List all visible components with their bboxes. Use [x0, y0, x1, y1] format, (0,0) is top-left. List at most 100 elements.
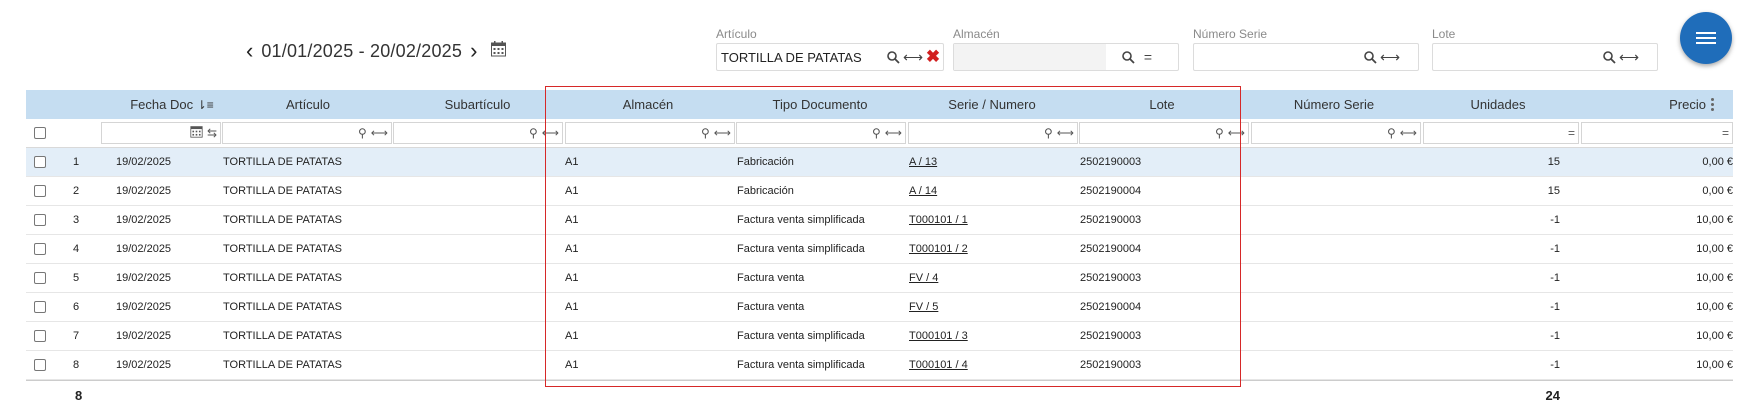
- range-arrows-icon[interactable]: ⟷: [371, 126, 388, 140]
- col-almacen[interactable]: Almacén: [562, 90, 734, 119]
- precio-col-filter[interactable]: =: [1581, 122, 1733, 144]
- equals-operator[interactable]: =: [1568, 126, 1575, 140]
- search-icon[interactable]: ⚲: [1387, 126, 1396, 140]
- col-articulo[interactable]: Artículo: [222, 90, 394, 119]
- clear-icon[interactable]: ✖: [923, 47, 943, 67]
- search-icon[interactable]: ⚲: [701, 126, 710, 140]
- serie-col-filter[interactable]: ⚲ ⟷: [908, 122, 1078, 144]
- row-number: 4: [73, 243, 80, 255]
- almacen-col-filter[interactable]: ⚲ ⟷: [565, 122, 735, 144]
- table-row[interactable]: 2 19/02/2025 TORTILLA DE PATATAS A1 Fabricac…: [26, 177, 1733, 206]
- table-row[interactable]: 5 19/02/2025 TORTILLA DE PATATAS A1 Factura …: [26, 264, 1733, 293]
- col-tipo-documento[interactable]: Tipo Documento: [734, 90, 906, 119]
- cell-lote: 2502190003: [1080, 359, 1142, 371]
- date-range-label[interactable]: 01/01/2025 - 20/02/2025: [261, 41, 462, 62]
- col-unidades[interactable]: Unidades: [1420, 90, 1576, 119]
- subarticulo-col-filter[interactable]: ⚲ ⟷: [393, 122, 563, 144]
- cell-serie-numero[interactable]: FV / 4: [909, 264, 1069, 292]
- row-checkbox[interactable]: [34, 185, 46, 197]
- cell-fecha: 19/02/2025: [116, 214, 172, 226]
- cell-tipo-documento: Factura venta: [737, 301, 805, 313]
- range-arrows-icon[interactable]: ⟷: [1380, 47, 1400, 67]
- numero-serie-col-filter[interactable]: ⚲ ⟷: [1251, 122, 1421, 144]
- column-options-icon[interactable]: [1711, 96, 1715, 113]
- range-arrows-icon[interactable]: ⟷: [1228, 126, 1245, 140]
- lote-col-filter[interactable]: ⚲ ⟷: [1079, 122, 1249, 144]
- cell-tipo-documento: Factura venta simplificada: [737, 214, 865, 226]
- articulo-filter-value[interactable]: TORTILLA DE PATATAS: [717, 50, 883, 65]
- row-checkbox[interactable]: [34, 243, 46, 255]
- cell-articulo: TORTILLA DE PATATAS: [223, 185, 342, 197]
- cell-serie-numero[interactable]: A / 14: [909, 177, 1069, 205]
- cell-articulo: TORTILLA DE PATATAS: [223, 156, 342, 168]
- fecha-filter-input[interactable]: ⇆: [101, 122, 221, 144]
- range-arrows-icon[interactable]: ⟷: [1619, 47, 1639, 67]
- search-icon[interactable]: [1360, 47, 1380, 67]
- col-serie-numero[interactable]: Serie / Numero: [906, 90, 1078, 119]
- search-icon[interactable]: ⚲: [1044, 126, 1053, 140]
- cell-almacen: A1: [565, 330, 579, 342]
- articulo-filter-field[interactable]: TORTILLA DE PATATAS ⟷ ✖: [716, 43, 944, 71]
- range-arrows-icon[interactable]: ⟷: [714, 126, 731, 140]
- table-row[interactable]: 4 19/02/2025 TORTILLA DE PATATAS A1 Factura …: [26, 235, 1733, 264]
- search-icon[interactable]: [883, 47, 903, 67]
- articulo-col-filter[interactable]: ⚲ ⟷: [222, 122, 392, 144]
- row-checkbox[interactable]: [34, 214, 46, 226]
- col-fecha-doc[interactable]: Fecha Doc ⇂≡: [122, 90, 222, 119]
- cell-fecha: 19/02/2025: [116, 359, 172, 371]
- search-icon[interactable]: ⚲: [529, 126, 538, 140]
- range-arrows-icon[interactable]: ⟷: [885, 126, 902, 140]
- cell-serie-numero[interactable]: A / 13: [909, 148, 1069, 176]
- table-row[interactable]: 3 19/02/2025 TORTILLA DE PATATAS A1 Factura …: [26, 206, 1733, 235]
- cell-serie-numero[interactable]: T000101 / 3: [909, 322, 1069, 350]
- swap-icon[interactable]: ⇆: [207, 126, 217, 140]
- lote-filter-field[interactable]: ⟷: [1432, 43, 1658, 71]
- cell-precio: 10,00 €: [1696, 330, 1733, 342]
- table-row[interactable]: 6 19/02/2025 TORTILLA DE PATATAS A1 Factura …: [26, 293, 1733, 322]
- menu-button[interactable]: [1680, 12, 1732, 64]
- cell-tipo-documento: Factura venta: [737, 272, 805, 284]
- search-icon[interactable]: ⚲: [358, 126, 367, 140]
- cell-precio: 0,00 €: [1702, 156, 1733, 168]
- row-count: 8: [75, 388, 83, 403]
- row-checkbox[interactable]: [34, 272, 46, 284]
- calendar-icon[interactable]: [491, 40, 507, 62]
- tipo-col-filter[interactable]: ⚲ ⟷: [736, 122, 906, 144]
- range-arrows-icon[interactable]: ⟷: [542, 126, 559, 140]
- col-lote[interactable]: Lote: [1076, 90, 1248, 119]
- search-icon[interactable]: [1599, 47, 1619, 67]
- row-checkbox[interactable]: [34, 301, 46, 313]
- next-period-icon[interactable]: ›: [470, 40, 477, 62]
- sort-icon[interactable]: ⇂≡: [197, 98, 214, 112]
- cell-serie-numero[interactable]: T000101 / 2: [909, 235, 1069, 263]
- equals-operator[interactable]: =: [1138, 47, 1158, 67]
- calendar-icon[interactable]: [190, 125, 203, 141]
- cell-serie-numero[interactable]: T000101 / 1: [909, 206, 1069, 234]
- range-arrows-icon[interactable]: ⟷: [1400, 126, 1417, 140]
- cell-almacen: A1: [565, 359, 579, 371]
- equals-operator[interactable]: =: [1722, 126, 1729, 140]
- col-precio[interactable]: Precio: [1576, 90, 1706, 119]
- col-numero-serie[interactable]: Número Serie: [1248, 90, 1420, 119]
- search-icon[interactable]: [1118, 47, 1138, 67]
- unidades-col-filter[interactable]: =: [1423, 122, 1579, 144]
- almacen-filter-field[interactable]: =: [953, 43, 1179, 71]
- col-subarticulo[interactable]: Subartículo: [392, 90, 563, 119]
- cell-serie-numero[interactable]: T000101 / 4: [909, 351, 1069, 379]
- table-row[interactable]: 8 19/02/2025 TORTILLA DE PATATAS A1 Factura …: [26, 351, 1733, 380]
- prev-period-icon[interactable]: ‹: [246, 40, 253, 62]
- row-checkbox[interactable]: [34, 359, 46, 371]
- table-row[interactable]: 7 19/02/2025 TORTILLA DE PATATAS A1 Factura …: [26, 322, 1733, 351]
- numero-serie-filter-field[interactable]: ⟷: [1193, 43, 1419, 71]
- search-icon[interactable]: ⚲: [872, 126, 881, 140]
- lote-filter: Lote ⟷: [1432, 27, 1658, 71]
- row-checkbox[interactable]: [34, 156, 46, 168]
- table-row[interactable]: 1 19/02/2025 TORTILLA DE PATATAS A1 Fabricac…: [26, 148, 1733, 177]
- range-arrows-icon[interactable]: ⟷: [1057, 126, 1074, 140]
- cell-serie-numero[interactable]: FV / 5: [909, 293, 1069, 321]
- select-all-checkbox[interactable]: [34, 127, 46, 139]
- row-checkbox[interactable]: [34, 330, 46, 342]
- cell-precio: 10,00 €: [1696, 359, 1733, 371]
- range-arrows-icon[interactable]: ⟷: [903, 47, 923, 67]
- search-icon[interactable]: ⚲: [1215, 126, 1224, 140]
